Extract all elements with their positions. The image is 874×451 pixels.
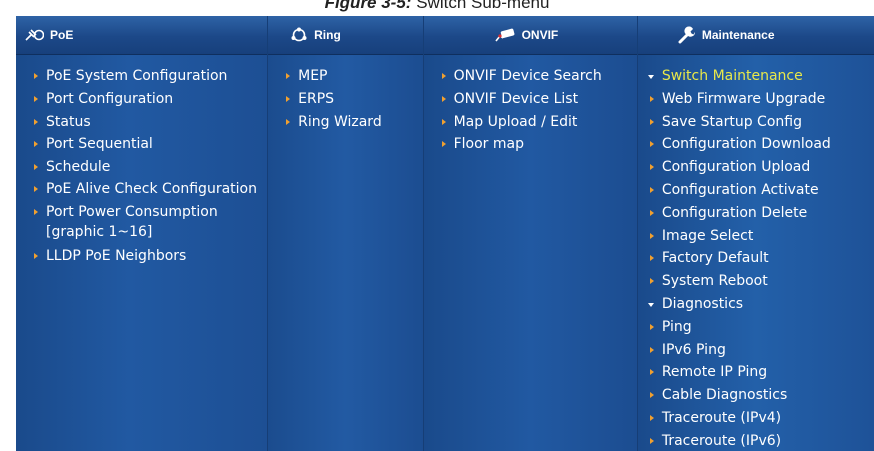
figure-caption-text: Switch Sub-menu xyxy=(416,0,550,12)
camera-icon xyxy=(494,28,516,42)
arrow-right-icon xyxy=(441,73,446,79)
menu-item-system-reboot[interactable]: System Reboot xyxy=(648,270,874,293)
arrow-right-icon xyxy=(649,118,654,125)
maintenance-menu-column: Maintenance Switch Maintenance Web Firmw… xyxy=(636,16,874,451)
menu-item-traceroute-ipv6[interactable]: Traceroute (IPv6) xyxy=(648,430,874,451)
poe-menu-column: PoE PoE System Configuration Port Config… xyxy=(16,16,268,451)
arrow-right-icon xyxy=(649,346,654,353)
menu-item-mep[interactable]: MEP xyxy=(284,65,422,88)
ring-menu-header[interactable]: Ring xyxy=(268,16,423,55)
menu-item-ring-wizard[interactable]: Ring Wizard xyxy=(284,111,422,134)
arrow-right-icon xyxy=(34,95,38,102)
maintenance-menu-list: Switch Maintenance Web Firmware Upgrade … xyxy=(638,55,874,451)
arrow-right-icon xyxy=(649,95,654,102)
arrow-right-icon xyxy=(34,164,38,171)
menu-item-image-select[interactable]: Image Select xyxy=(648,225,874,248)
menu-item-save-startup-config[interactable]: Save Startup Config xyxy=(648,111,874,134)
arrow-down-icon xyxy=(647,75,654,79)
arrow-right-icon xyxy=(649,278,654,285)
menu-item-configuration-activate[interactable]: Configuration Activate xyxy=(648,179,874,202)
ring-menu-title: Ring xyxy=(314,28,341,42)
menu-item-onvif-device-search[interactable]: ONVIF Device Search xyxy=(440,65,637,88)
onvif-menu-column: ONVIF ONVIF Device Search ONVIF Device L… xyxy=(422,16,637,451)
menu-item-configuration-upload[interactable]: Configuration Upload xyxy=(648,156,874,179)
arrow-right-icon xyxy=(649,437,654,444)
onvif-menu-list: ONVIF Device Search ONVIF Device List Ma… xyxy=(424,55,637,156)
arrow-right-icon xyxy=(34,73,38,79)
ring-icon xyxy=(290,27,308,43)
menu-item-lldp-poe-neighbors[interactable]: LLDP PoE Neighbors xyxy=(32,245,267,268)
arrow-right-icon xyxy=(649,392,654,399)
menu-item-configuration-download[interactable]: Configuration Download xyxy=(648,133,874,156)
menu-item-configuration-delete[interactable]: Configuration Delete xyxy=(648,202,874,225)
menu-item-cable-diagnostics[interactable]: Cable Diagnostics xyxy=(648,384,874,407)
ring-menu-list: MEP ERPS Ring Wizard xyxy=(268,55,422,133)
menu-item-onvif-device-list[interactable]: ONVIF Device List xyxy=(440,88,637,111)
arrow-down-icon xyxy=(647,302,654,307)
menu-group-switch-maintenance[interactable]: Switch Maintenance xyxy=(647,65,874,88)
poe-menu-list: PoE System Configuration Port Configurat… xyxy=(16,55,267,268)
menu-item-erps[interactable]: ERPS xyxy=(284,88,422,111)
menu-item-floor-map[interactable]: Floor map xyxy=(440,133,637,156)
arrow-right-icon xyxy=(441,118,446,125)
arrow-right-icon xyxy=(286,73,291,79)
arrow-right-icon xyxy=(286,118,291,125)
switch-sub-menu: PoE PoE System Configuration Port Config… xyxy=(16,16,874,451)
poe-menu-title: PoE xyxy=(50,28,74,42)
arrow-right-icon xyxy=(34,141,38,148)
ring-menu-column: Ring MEP ERPS Ring Wizard xyxy=(267,16,423,451)
onvif-menu-header[interactable]: ONVIF xyxy=(423,16,637,55)
menu-item-port-configuration[interactable]: Port Configuration xyxy=(32,88,267,111)
arrow-right-icon xyxy=(649,141,654,148)
arrow-right-icon xyxy=(649,209,654,216)
arrow-right-icon xyxy=(441,95,446,102)
menu-item-port-sequential[interactable]: Port Sequential xyxy=(32,133,267,156)
arrow-right-icon xyxy=(286,95,291,102)
arrow-right-icon xyxy=(649,232,654,239)
menu-item-poe-alive-check-configuration[interactable]: PoE Alive Check Configuration xyxy=(32,179,266,199)
menu-item-remote-ip-ping[interactable]: Remote IP Ping xyxy=(648,361,874,384)
arrow-right-icon xyxy=(34,118,38,125)
figure-caption: Figure 3-5: Switch Sub-menu xyxy=(0,0,874,14)
onvif-menu-title: ONVIF xyxy=(521,28,559,42)
arrow-right-icon xyxy=(441,141,446,148)
poe-menu-header[interactable]: PoE xyxy=(16,16,268,55)
wrench-icon xyxy=(678,26,696,44)
menu-item-port-power-consumption[interactable]: Port Power Consumption [graphic 1~16] xyxy=(32,202,266,242)
menu-item-ping[interactable]: Ping xyxy=(648,316,874,339)
menu-item-status[interactable]: Status xyxy=(32,111,267,134)
arrow-right-icon xyxy=(649,164,654,171)
arrow-right-icon xyxy=(649,369,654,376)
menu-item-ipv6-ping[interactable]: IPv6 Ping xyxy=(648,339,874,362)
menu-item-map-upload-edit[interactable]: Map Upload / Edit xyxy=(440,111,637,134)
menu-item-web-firmware-upgrade[interactable]: Web Firmware Upgrade xyxy=(648,88,874,111)
arrow-right-icon xyxy=(649,186,654,193)
poe-plug-icon xyxy=(24,28,44,42)
arrow-right-icon xyxy=(649,255,654,262)
menu-item-traceroute-ipv4[interactable]: Traceroute (IPv4) xyxy=(648,407,874,430)
maintenance-menu-title: Maintenance xyxy=(701,28,775,42)
arrow-right-icon xyxy=(649,323,654,330)
arrow-right-icon xyxy=(34,252,38,259)
arrow-right-icon xyxy=(34,208,38,215)
figure-caption-label: Figure 3-5: xyxy=(324,0,412,12)
menu-item-schedule[interactable]: Schedule xyxy=(32,156,267,179)
arrow-right-icon xyxy=(649,414,654,421)
menu-item-poe-system-configuration[interactable]: PoE System Configuration xyxy=(32,65,267,88)
menu-item-factory-default[interactable]: Factory Default xyxy=(648,247,874,270)
arrow-right-icon xyxy=(34,185,38,192)
menu-group-diagnostics[interactable]: Diagnostics xyxy=(647,293,874,316)
maintenance-menu-header[interactable]: Maintenance xyxy=(637,16,874,55)
